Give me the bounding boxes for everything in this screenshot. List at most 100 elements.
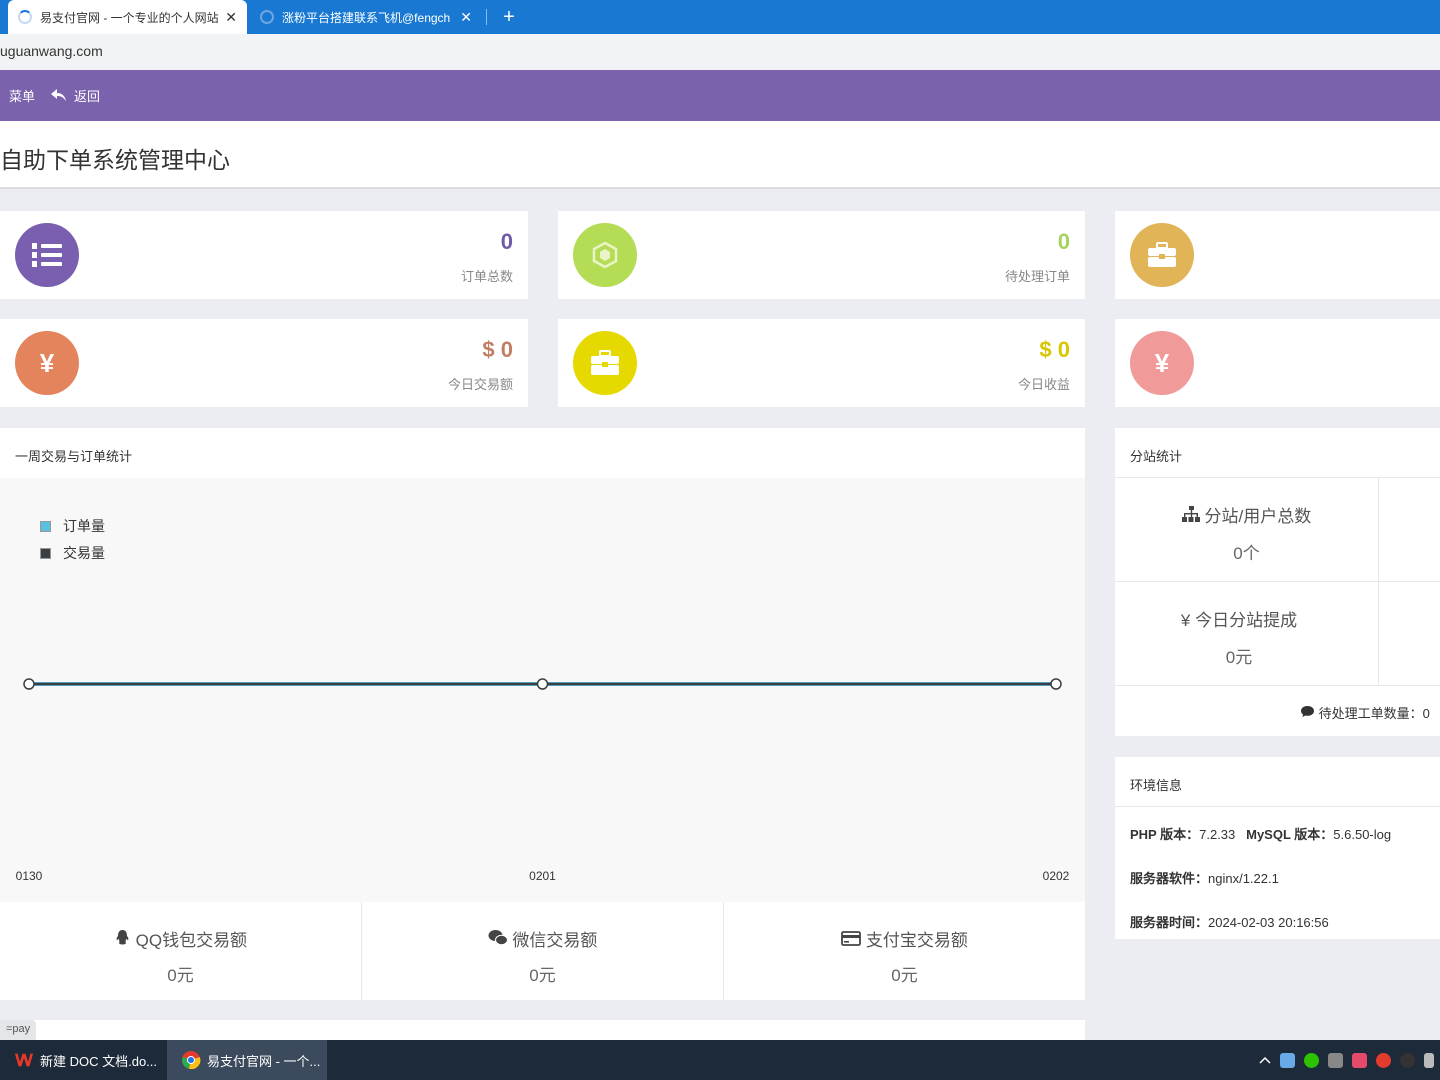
payment-stat-alipay: 支付宝交易额 0元 xyxy=(724,902,1085,1000)
browser-tab[interactable]: 涨粉平台搭建联系飞机@fengch ✕ xyxy=(250,0,482,34)
payment-title: 微信交易额 xyxy=(512,931,598,950)
payment-title: 支付宝交易额 xyxy=(865,931,968,950)
substation-commission: ¥ 今日分站提成 0元 xyxy=(1115,606,1363,668)
divider xyxy=(1378,478,1379,686)
payment-value: 0元 xyxy=(167,966,194,985)
bottom-panel xyxy=(0,1020,1085,1040)
server-software-value: nginx/1.22.1 xyxy=(1208,871,1279,886)
tray-app-icon[interactable] xyxy=(1352,1052,1367,1068)
stat-card-today-trade: ¥ $ 0 今日交易额 xyxy=(0,319,528,407)
yen-icon: ¥ xyxy=(1130,331,1194,395)
yen-icon: ¥ xyxy=(15,331,79,395)
menu-button[interactable]: 菜单 xyxy=(9,86,35,105)
data-point[interactable] xyxy=(1050,678,1062,690)
divider xyxy=(1115,581,1440,582)
close-tab-icon[interactable]: ✕ xyxy=(460,9,472,26)
substation-users-title: 分站/用户总数 xyxy=(1204,507,1312,526)
env-server-time: 服务器时间：2024-02-03 20:16:56 xyxy=(1130,912,1329,931)
mysql-value: 5.6.50-log xyxy=(1333,827,1392,842)
new-tab-button[interactable]: + xyxy=(496,4,522,30)
reply-icon xyxy=(51,89,67,101)
taskbar-label: 易支付官网 - 一个... xyxy=(207,1053,321,1069)
tray-app-icon[interactable] xyxy=(1280,1052,1295,1068)
stat-label: 今日交易额 xyxy=(447,377,513,392)
data-point[interactable] xyxy=(23,678,35,690)
mysql-label: MySQL 版本： xyxy=(1246,827,1334,842)
qq-tray-icon[interactable] xyxy=(1400,1052,1415,1068)
stat-circle xyxy=(15,223,79,287)
stat-label: 今日收益 xyxy=(1017,377,1070,392)
stat-card-orders: 0 订单总数 xyxy=(0,211,528,299)
divider xyxy=(1115,477,1440,478)
env-versions: PHP 版本：7.2.33 MySQL 版本：5.6.50-log xyxy=(1130,824,1391,843)
payment-value: 0元 xyxy=(891,966,918,985)
chrome-tray-icon[interactable] xyxy=(1376,1052,1391,1068)
network-icon[interactable] xyxy=(1328,1052,1343,1068)
divider xyxy=(1115,685,1440,686)
sitemap-icon xyxy=(1181,506,1200,522)
stat-circle xyxy=(573,331,637,395)
close-tab-icon[interactable]: ✕ xyxy=(225,9,237,26)
payment-stat-qq: QQ钱包交易额 0元 xyxy=(0,902,362,1000)
stat-value: $ 0 xyxy=(1039,337,1070,362)
substation-panel: 分站统计 分站/用户总数 0个 ¥ 今日分站提成 0元 待处理工单数量：0 xyxy=(1115,428,1440,736)
system-tray xyxy=(1259,1040,1440,1080)
substation-commission-value: 0元 xyxy=(1225,648,1253,667)
environment-title: 环境信息 xyxy=(1130,778,1183,793)
stat-circle xyxy=(1130,223,1194,287)
chart-panel-title: 一周交易与订单统计 xyxy=(15,449,133,464)
substation-users: 分站/用户总数 0个 xyxy=(1115,502,1378,564)
stat-value: $ 0 xyxy=(482,337,513,362)
chrome-icon xyxy=(181,1051,201,1070)
stat-card-3 xyxy=(1115,211,1440,299)
page-title: 自助下单系统管理中心 xyxy=(0,147,230,173)
data-point[interactable] xyxy=(536,678,549,690)
pending-tickets[interactable]: 待处理工单数量：0 xyxy=(1300,703,1430,722)
qq-icon xyxy=(116,930,129,945)
wechat-icon xyxy=(488,930,508,946)
address-bar[interactable]: uguanwang.com xyxy=(0,34,1440,70)
payment-title: QQ钱包交易额 xyxy=(135,931,248,950)
payment-stats-row: QQ钱包交易额 0元 微信交易额 0元 支付宝交易额 0元 xyxy=(0,902,1085,1000)
list-ordered-icon xyxy=(32,243,62,267)
url-text: uguanwang.com xyxy=(0,43,103,59)
server-time-value: 2024-02-03 20:16:56 xyxy=(1208,915,1329,930)
line-chart: 0130 0201 0202 xyxy=(16,678,1070,883)
x-tick-label: 0130 xyxy=(16,869,43,883)
payment-stat-wechat: 微信交易额 0元 xyxy=(362,902,724,1000)
credit-card-icon xyxy=(841,931,862,946)
stat-card-today-income: $ 0 今日收益 xyxy=(558,319,1085,407)
server-time-label: 服务器时间： xyxy=(1130,915,1209,930)
stat-value: 0 xyxy=(1057,229,1070,254)
stat-card-6: ¥ xyxy=(1115,319,1440,407)
php-label: PHP 版本： xyxy=(1130,827,1200,842)
chevron-up-icon[interactable] xyxy=(1259,1056,1271,1064)
stat-circle xyxy=(573,223,637,287)
php-value: 7.2.33 xyxy=(1199,827,1236,842)
loading-spinner-icon xyxy=(18,10,32,24)
divider xyxy=(1115,806,1440,807)
chart-area: 订单量 交易量 0130 0201 0202 xyxy=(0,478,1085,902)
back-label: 返回 xyxy=(74,89,101,104)
volume-icon[interactable] xyxy=(1424,1052,1434,1068)
environment-panel: 环境信息 PHP 版本：7.2.33 MySQL 版本：5.6.50-log 服… xyxy=(1115,757,1440,939)
back-button[interactable]: 返回 xyxy=(51,86,100,105)
x-tick-label: 0202 xyxy=(1043,869,1070,883)
pending-tickets-label: 待处理工单数量：0 xyxy=(1318,706,1430,721)
globe-icon xyxy=(260,10,274,24)
payment-value: 0元 xyxy=(529,966,556,985)
browser-tab-active[interactable]: 易支付官网 - 一个专业的个人网站 ✕ xyxy=(8,0,247,34)
tab-title: 易支付官网 - 一个专业的个人网站 xyxy=(40,10,219,25)
taskbar-item-chrome[interactable]: 易支付官网 - 一个... xyxy=(167,1040,327,1080)
substation-title: 分站统计 xyxy=(1130,449,1183,464)
status-url: =pay xyxy=(0,1020,37,1040)
stat-value: 0 xyxy=(500,229,513,254)
taskbar: 新建 DOC 文档.do... 易支付官网 - 一个... xyxy=(0,1040,1440,1080)
wechat-tray-icon[interactable] xyxy=(1304,1052,1319,1068)
x-tick-label: 0201 xyxy=(529,869,556,883)
server-software-label: 服务器软件： xyxy=(1130,871,1209,886)
stat-card-pending: 0 待处理订单 xyxy=(558,211,1085,299)
taskbar-item-wps[interactable]: 新建 DOC 文档.do... xyxy=(0,1040,163,1080)
yen-icon: ¥ xyxy=(1180,611,1196,630)
substation-users-value: 0个 xyxy=(1233,544,1260,563)
